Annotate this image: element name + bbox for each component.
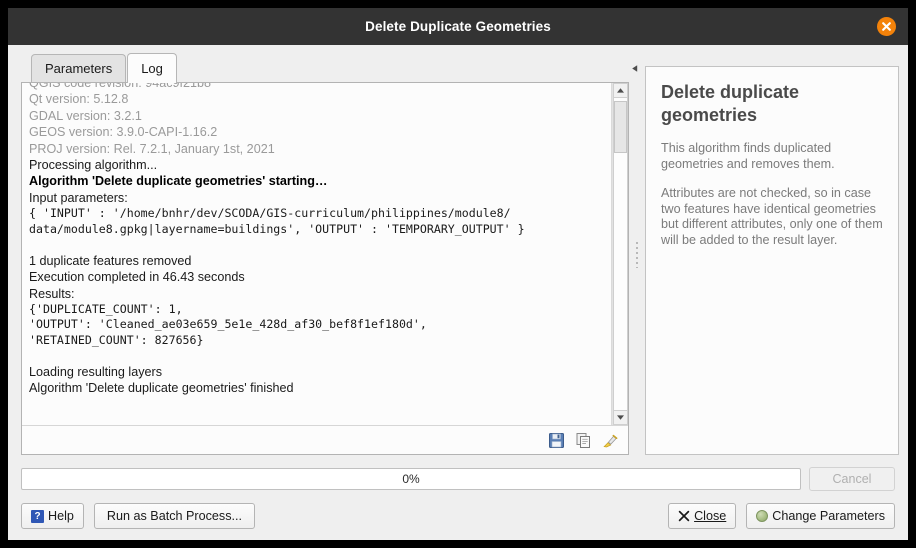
content-area: Parameters Log QGIS code revision: 94ac9… [8, 45, 908, 455]
splitter-grip[interactable] [636, 241, 638, 268]
log-line: 'OUTPUT': 'Cleaned_ae03e659_5e1e_428d_af… [29, 317, 427, 332]
scrollbar-thumb[interactable] [614, 101, 627, 153]
panel-splitter[interactable] [629, 54, 645, 455]
tab-bar: Parameters Log [21, 53, 629, 83]
dialog-body: Parameters Log QGIS code revision: 94ac9… [8, 45, 908, 540]
copy-log-icon[interactable] [574, 431, 592, 449]
dialog-window: Delete Duplicate Geometries Parameters L… [8, 8, 908, 540]
save-log-icon[interactable] [547, 431, 565, 449]
close-icon[interactable] [877, 17, 896, 36]
x-icon [678, 510, 690, 522]
cancel-button: Cancel [809, 467, 895, 491]
log-line: { 'INPUT' : '/home/bnhr/dev/SCODA/GIS-cu… [29, 206, 511, 221]
help-panel: Delete duplicate geometries This algorit… [645, 66, 899, 455]
log-line: Execution completed in 46.43 seconds [29, 270, 245, 285]
log-line: Processing algorithm... [29, 158, 158, 173]
log-line: PROJ version: Rel. 7.2.1, January 1st, 2… [29, 141, 275, 156]
help-paragraph-2: Attributes are not checked, so in case t… [661, 186, 883, 247]
change-parameters-button[interactable]: Change Parameters [746, 503, 895, 529]
log-line: QGIS code revision: 94ac9f21b8 [29, 83, 212, 90]
progress-bar: 0% [21, 468, 801, 490]
run-as-batch-button[interactable]: Run as Batch Process... [93, 503, 256, 529]
progress-label: 0% [402, 472, 420, 486]
tab-parameters[interactable]: Parameters [31, 54, 127, 82]
action-button-row: ? Help Run as Batch Process... Close Cha… [21, 503, 895, 529]
chevron-down-icon[interactable] [613, 410, 628, 425]
help-button-label: Help [48, 509, 74, 523]
log-line: 1 duplicate features removed [29, 253, 192, 268]
log-line: Qt version: 5.12.8 [29, 92, 129, 107]
question-mark-icon: ? [31, 509, 44, 523]
tab-log[interactable]: Log [127, 53, 177, 83]
log-line: data/module8.gpkg|layername=buildings', … [29, 221, 525, 236]
bottom-bar: 0% Cancel ? Help Run as Batch Process... [8, 455, 908, 540]
log-line: 'RETAINED_COUNT': 827656} [29, 332, 204, 347]
change-parameters-label: Change Parameters [772, 509, 885, 523]
green-circle-icon [756, 510, 769, 522]
log-line: Algorithm 'Delete duplicate geometries' … [29, 381, 294, 396]
log-body: QGIS code revision: 94ac9f21b8 Qt version… [22, 83, 628, 425]
log-line: Loading resulting layers [29, 364, 163, 379]
chevron-up-icon[interactable] [613, 83, 628, 98]
log-lines: QGIS code revision: 94ac9f21b8 Qt version… [29, 83, 611, 397]
log-panel: QGIS code revision: 94ac9f21b8 Qt version… [21, 82, 629, 455]
log-line: Algorithm 'Delete duplicate geometries' … [29, 174, 328, 189]
dialog-title: Delete Duplicate Geometries [365, 19, 551, 34]
help-button[interactable]: ? Help [21, 503, 84, 529]
help-paragraph-1: This algorithm finds duplicated geometri… [661, 141, 835, 171]
title-bar: Delete Duplicate Geometries [8, 8, 908, 45]
log-line: Input parameters: [29, 190, 128, 205]
log-line: {'DUPLICATE_COUNT': 1, [29, 302, 183, 317]
clear-log-icon[interactable] [601, 431, 619, 449]
close-button[interactable]: Close [668, 503, 737, 529]
log-line: Results: [29, 286, 75, 301]
close-button-label: Close [694, 509, 727, 523]
log-text-area[interactable]: QGIS code revision: 94ac9f21b8 Qt version… [22, 83, 612, 425]
scrollbar-track[interactable] [613, 98, 628, 410]
log-toolbar [22, 425, 628, 454]
log-line: GEOS version: 3.9.0-CAPI-1.16.2 [29, 125, 218, 140]
collapse-help-arrow-icon[interactable] [631, 60, 640, 78]
log-scrollbar[interactable] [612, 83, 628, 425]
help-title: Delete duplicate geometries [661, 82, 800, 125]
left-pane: Parameters Log QGIS code revision: 94ac9… [21, 53, 629, 455]
log-line: GDAL version: 3.2.1 [29, 108, 142, 123]
progress-row: 0% Cancel [21, 467, 895, 491]
